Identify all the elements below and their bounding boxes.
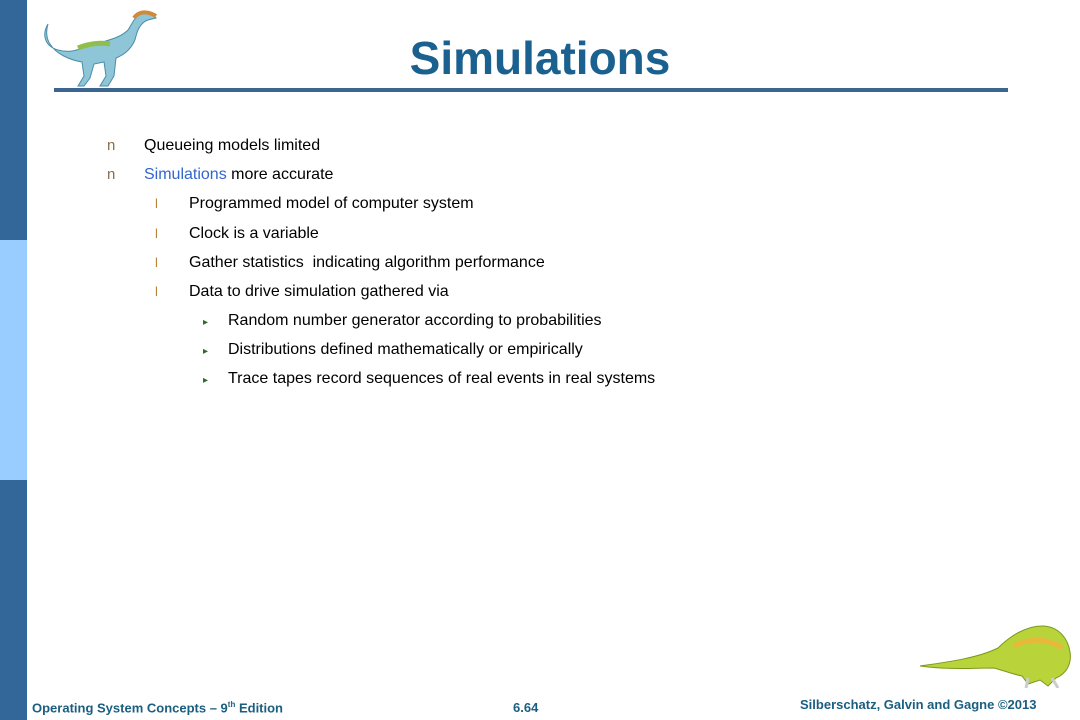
highlighted-term: Simulations bbox=[144, 166, 227, 183]
footer-edition-word: Edition bbox=[235, 700, 284, 716]
triangle-bullet-icon: ▸ bbox=[203, 346, 209, 357]
bullet-text: Simulations more accurate bbox=[144, 165, 333, 185]
bullet-marker: l bbox=[155, 284, 158, 299]
bullet-text: Gather statistics indicating algorithm p… bbox=[189, 254, 545, 271]
bullet-marker: n bbox=[107, 137, 116, 154]
sidebar-stripe bbox=[0, 0, 27, 720]
bullet-text: Programmed model of computer system bbox=[189, 195, 474, 212]
bullet-text: Data to drive simulation gathered via bbox=[189, 283, 449, 300]
title-divider bbox=[54, 88, 1008, 92]
bullet-marker: l bbox=[155, 196, 158, 211]
dinosaur-footer-icon bbox=[919, 625, 1071, 688]
triangle-bullet-icon: ▸ bbox=[203, 317, 209, 328]
footer-book-title: Operating System Concepts – 9th Edition bbox=[32, 700, 283, 715]
bullet-marker: n bbox=[107, 166, 116, 183]
bullet-text-rest: more accurate bbox=[226, 166, 334, 183]
dinosaur-logo-icon bbox=[44, 10, 158, 87]
bullet-text: Queueing models limited bbox=[144, 137, 321, 154]
sidebar-segment-bottom bbox=[0, 480, 27, 720]
bullet-marker: l bbox=[155, 255, 158, 270]
bullet-marker: l bbox=[155, 226, 158, 241]
bullet-text: Random number generator according to pro… bbox=[228, 312, 602, 329]
footer-book-text: Operating System Concepts – 9 bbox=[32, 700, 228, 716]
sidebar-segment-top bbox=[0, 0, 27, 240]
bullet-text: Trace tapes record sequences of real eve… bbox=[228, 370, 656, 387]
bullet-text: Distributions defined mathematically or … bbox=[228, 341, 583, 358]
triangle-bullet-icon: ▸ bbox=[203, 375, 209, 386]
sidebar-segment-middle bbox=[0, 240, 27, 480]
slide-title: Simulations bbox=[409, 32, 671, 84]
page-number: 6.64 bbox=[513, 700, 539, 715]
footer-copyright: Silberschatz, Galvin and Gagne ©2013 bbox=[800, 697, 1037, 712]
bullet-text: Clock is a variable bbox=[189, 225, 319, 242]
